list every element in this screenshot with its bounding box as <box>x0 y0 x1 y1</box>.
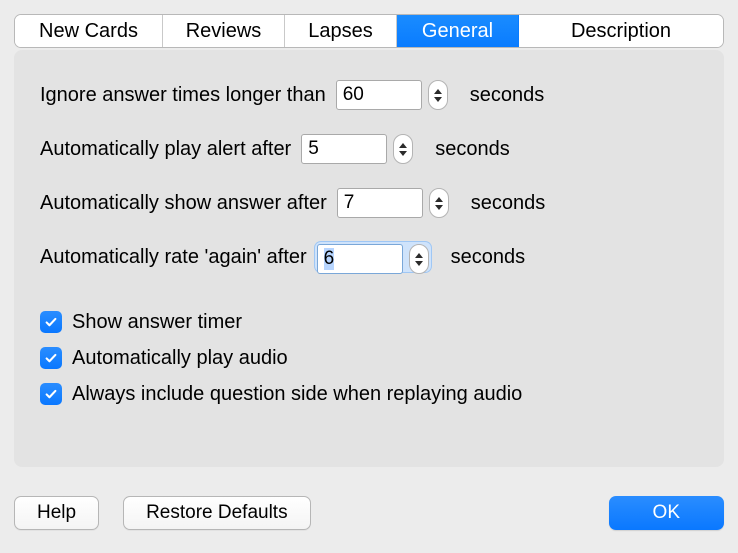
show-answer-spinbox <box>337 188 449 218</box>
checkbox-row-show-timer[interactable]: Show answer timer <box>40 308 698 336</box>
stepper-up-icon[interactable] <box>415 253 423 258</box>
tab-lapses[interactable]: Lapses <box>285 15 397 47</box>
tab-bar: New Cards Reviews Lapses General Descrip… <box>14 14 724 48</box>
show-answer-stepper[interactable] <box>429 188 449 218</box>
checkbox-show-timer[interactable] <box>40 311 62 333</box>
help-button[interactable]: Help <box>14 496 99 530</box>
dialog-button-bar: Help Restore Defaults OK <box>14 493 724 533</box>
button-label: Help <box>37 502 76 524</box>
rate-again-spinbox <box>315 242 431 272</box>
checkbox-auto-audio[interactable] <box>40 347 62 369</box>
setting-row-rate-again: Automatically rate 'again' after seconds <box>40 240 698 274</box>
checkbox-label: Always include question side when replay… <box>72 383 522 406</box>
tab-description[interactable]: Description <box>519 15 723 47</box>
ignore-times-input[interactable] <box>336 80 422 110</box>
checkbox-label: Automatically play audio <box>72 347 288 370</box>
tab-label: Reviews <box>186 20 262 43</box>
checkbox-include-question[interactable] <box>40 383 62 405</box>
unit-label: seconds <box>471 192 546 215</box>
checkmark-icon <box>44 315 58 329</box>
stepper-down-icon[interactable] <box>434 97 442 102</box>
tab-label: General <box>422 20 493 43</box>
stepper-up-icon[interactable] <box>434 89 442 94</box>
setting-row-play-alert: Automatically play alert after seconds <box>40 132 698 166</box>
setting-label: Automatically play alert after <box>40 138 291 161</box>
tab-label: Description <box>571 20 671 43</box>
deck-options-window: New Cards Reviews Lapses General Descrip… <box>0 0 738 553</box>
checkbox-row-include-question[interactable]: Always include question side when replay… <box>40 380 698 408</box>
tab-label: Lapses <box>308 20 373 43</box>
stepper-down-icon[interactable] <box>435 205 443 210</box>
checkbox-row-auto-audio[interactable]: Automatically play audio <box>40 344 698 372</box>
rate-again-stepper[interactable] <box>409 244 429 274</box>
stepper-up-icon[interactable] <box>435 197 443 202</box>
checkmark-icon <box>44 351 58 365</box>
setting-label: Automatically show answer after <box>40 192 327 215</box>
stepper-down-icon[interactable] <box>399 151 407 156</box>
button-label: OK <box>653 502 680 524</box>
setting-label: Ignore answer times longer than <box>40 84 326 107</box>
tab-new-cards[interactable]: New Cards <box>15 15 163 47</box>
stepper-down-icon[interactable] <box>415 261 423 266</box>
show-answer-input[interactable] <box>337 188 423 218</box>
tab-reviews[interactable]: Reviews <box>163 15 285 47</box>
stepper-up-icon[interactable] <box>399 143 407 148</box>
unit-label: seconds <box>470 84 545 107</box>
checkmark-icon <box>44 387 58 401</box>
setting-row-show-answer: Automatically show answer after seconds <box>40 186 698 220</box>
ignore-times-spinbox <box>336 80 448 110</box>
setting-label: Automatically rate 'again' after <box>40 246 307 269</box>
play-alert-input[interactable] <box>301 134 387 164</box>
tab-general[interactable]: General <box>397 15 519 47</box>
unit-label: seconds <box>435 138 510 161</box>
rate-again-input[interactable] <box>317 244 403 274</box>
restore-defaults-button[interactable]: Restore Defaults <box>123 496 311 530</box>
play-alert-stepper[interactable] <box>393 134 413 164</box>
unit-label: seconds <box>451 246 526 269</box>
general-settings-panel: Ignore answer times longer than seconds … <box>14 50 724 467</box>
ignore-times-stepper[interactable] <box>428 80 448 110</box>
ok-button[interactable]: OK <box>609 496 724 530</box>
checkbox-label: Show answer timer <box>72 311 242 334</box>
play-alert-spinbox <box>301 134 413 164</box>
tab-label: New Cards <box>39 20 138 43</box>
setting-row-ignore-times: Ignore answer times longer than seconds <box>40 78 698 112</box>
button-label: Restore Defaults <box>146 502 288 524</box>
